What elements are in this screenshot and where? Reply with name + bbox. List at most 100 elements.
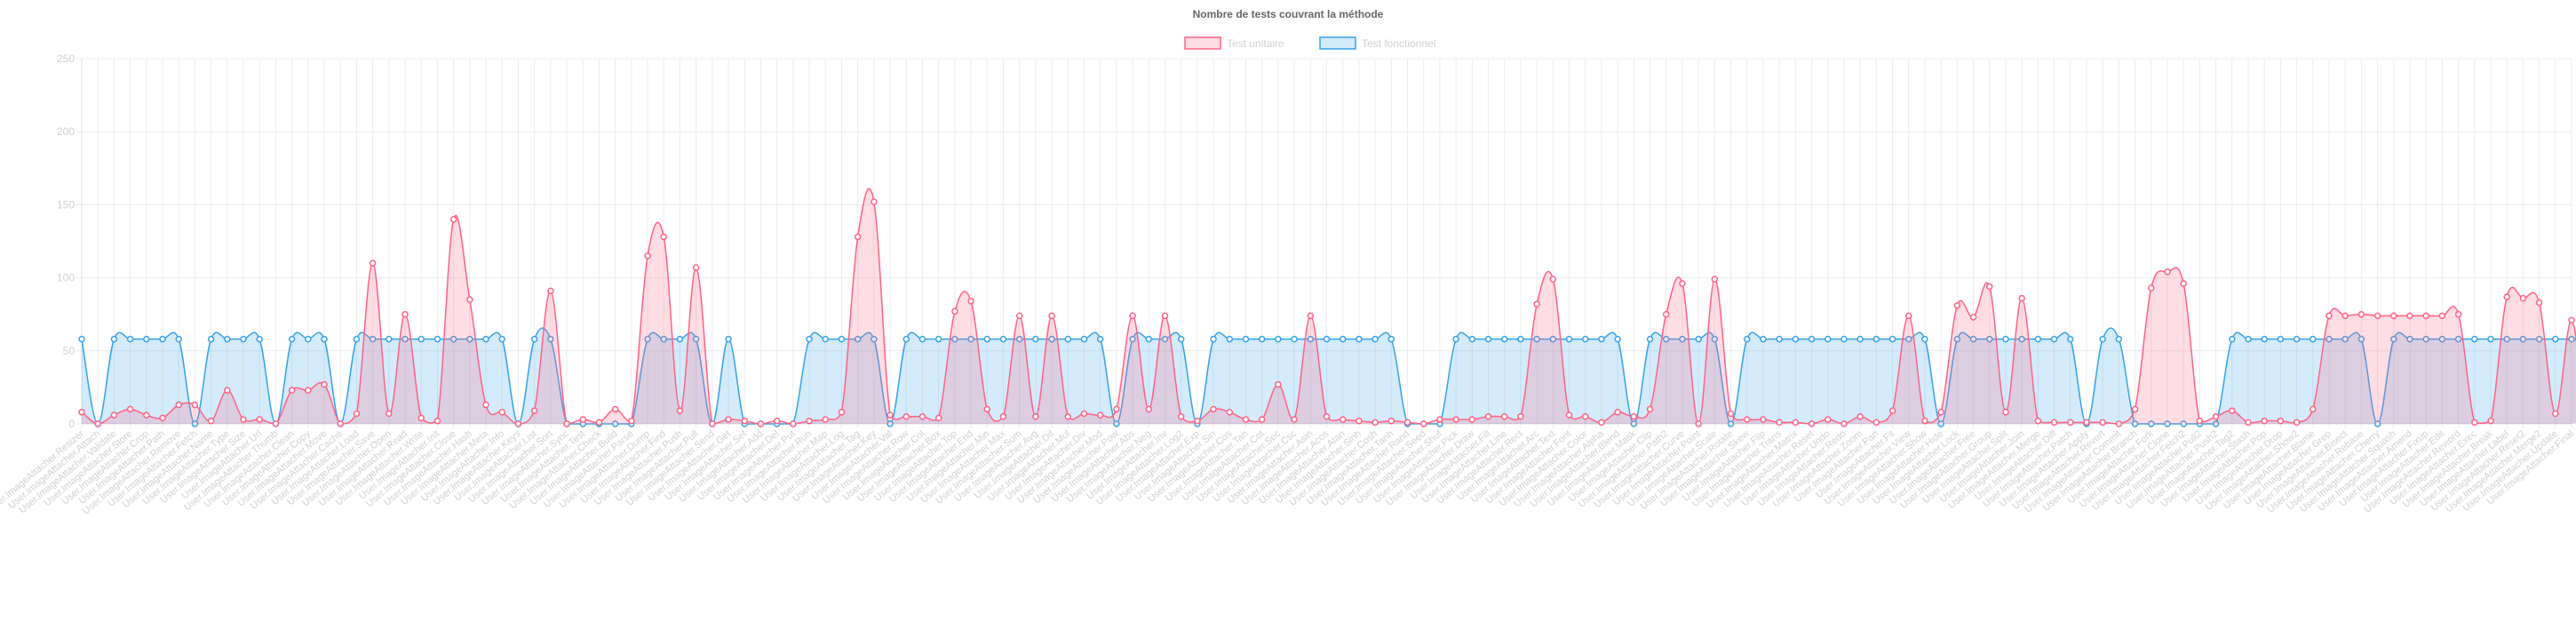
- data-point-unit[interactable]: [2310, 405, 2317, 413]
- data-point-unit[interactable]: [1096, 411, 1104, 419]
- data-point-functional[interactable]: [676, 335, 684, 343]
- data-point-functional[interactable]: [1275, 335, 1282, 343]
- data-point-unit[interactable]: [224, 387, 231, 394]
- data-point-unit[interactable]: [1727, 410, 1735, 418]
- data-point-unit[interactable]: [1760, 416, 1767, 423]
- data-point-unit[interactable]: [1129, 312, 1136, 320]
- data-point-functional[interactable]: [2245, 335, 2252, 343]
- data-point-unit[interactable]: [321, 380, 328, 388]
- data-point-functional[interactable]: [1581, 335, 1589, 343]
- data-point-unit[interactable]: [2131, 405, 2139, 413]
- data-point-functional[interactable]: [934, 335, 942, 343]
- data-point-unit[interactable]: [918, 413, 926, 420]
- data-point-unit[interactable]: [1565, 411, 1573, 419]
- data-point-functional[interactable]: [224, 335, 231, 343]
- data-point-unit[interactable]: [417, 414, 425, 422]
- data-point-functional[interactable]: [2050, 335, 2058, 343]
- data-point-functional[interactable]: [530, 335, 538, 343]
- data-point-unit[interactable]: [191, 401, 199, 409]
- data-point-functional[interactable]: [1064, 335, 1072, 343]
- data-point-unit[interactable]: [983, 405, 991, 413]
- data-point-functional[interactable]: [1323, 335, 1331, 343]
- data-point-unit[interactable]: [1113, 405, 1120, 413]
- data-point-functional[interactable]: [1096, 335, 1104, 343]
- data-point-unit[interactable]: [2454, 310, 2462, 318]
- data-point-functional[interactable]: [1856, 335, 1864, 343]
- data-point-unit[interactable]: [402, 310, 409, 318]
- data-point-functional[interactable]: [2034, 335, 2042, 343]
- data-point-unit[interactable]: [676, 407, 684, 414]
- data-point-functional[interactable]: [240, 335, 247, 343]
- data-point-unit[interactable]: [1662, 310, 1670, 318]
- data-point-unit[interactable]: [2277, 417, 2285, 425]
- data-point-functional[interactable]: [1339, 335, 1347, 343]
- data-point-unit[interactable]: [1581, 413, 1589, 420]
- data-point-unit[interactable]: [1872, 419, 1880, 427]
- data-point-unit[interactable]: [2099, 419, 2106, 427]
- data-point-unit[interactable]: [288, 387, 296, 394]
- data-point-unit[interactable]: [1242, 416, 1250, 423]
- data-point-unit[interactable]: [240, 416, 247, 423]
- data-point-functional[interactable]: [2067, 335, 2074, 343]
- data-point-functional[interactable]: [321, 335, 328, 343]
- data-point-functional[interactable]: [1468, 335, 1476, 343]
- data-point-functional[interactable]: [175, 335, 182, 343]
- data-point-unit[interactable]: [2229, 407, 2236, 414]
- data-point-unit[interactable]: [2148, 284, 2155, 291]
- data-point-functional[interactable]: [1888, 335, 1896, 343]
- data-point-functional[interactable]: [482, 335, 489, 343]
- data-point-unit[interactable]: [741, 417, 749, 425]
- data-point-unit[interactable]: [871, 198, 878, 205]
- data-point-unit[interactable]: [773, 417, 781, 425]
- data-point-functional[interactable]: [822, 335, 830, 343]
- data-point-functional[interactable]: [725, 335, 732, 343]
- data-point-unit[interactable]: [2438, 312, 2446, 320]
- data-point-functional[interactable]: [78, 335, 85, 343]
- data-point-functional[interactable]: [1614, 335, 1621, 343]
- data-point-unit[interactable]: [2067, 419, 2074, 427]
- data-point-unit[interactable]: [1339, 416, 1347, 423]
- data-point-unit[interactable]: [660, 233, 667, 241]
- data-point-functional[interactable]: [386, 335, 393, 343]
- data-point-unit[interactable]: [1291, 416, 1298, 423]
- data-point-functional[interactable]: [1646, 335, 1654, 343]
- data-point-unit[interactable]: [1614, 409, 1621, 416]
- data-point-unit[interactable]: [175, 401, 182, 409]
- data-point-unit[interactable]: [2050, 419, 2058, 427]
- data-point-functional[interactable]: [1242, 335, 1250, 343]
- data-point-unit[interactable]: [2245, 419, 2252, 427]
- data-point-unit[interactable]: [1888, 407, 1896, 414]
- data-point-unit[interactable]: [1387, 417, 1395, 425]
- data-point-unit[interactable]: [1032, 413, 1039, 420]
- data-point-unit[interactable]: [1226, 409, 1234, 416]
- data-point-functional[interactable]: [433, 335, 441, 343]
- data-point-functional[interactable]: [2293, 335, 2301, 343]
- data-point-functional[interactable]: [256, 335, 263, 343]
- data-point-unit[interactable]: [530, 407, 538, 414]
- data-point-unit[interactable]: [1517, 413, 1524, 420]
- data-point-unit[interactable]: [1064, 413, 1072, 420]
- data-point-functional[interactable]: [1921, 335, 1928, 343]
- data-point-functional[interactable]: [1210, 335, 1217, 343]
- data-point-unit[interactable]: [2406, 312, 2413, 320]
- data-point-unit[interactable]: [1436, 416, 1443, 423]
- data-point-unit[interactable]: [1986, 283, 1993, 291]
- data-point-unit[interactable]: [2115, 420, 2123, 427]
- data-point-unit[interactable]: [838, 409, 846, 416]
- data-point-unit[interactable]: [806, 417, 813, 425]
- data-point-unit[interactable]: [1210, 405, 1217, 413]
- data-point-unit[interactable]: [2261, 417, 2268, 425]
- data-point-unit[interactable]: [725, 416, 732, 423]
- data-point-unit[interactable]: [644, 252, 651, 259]
- data-point-unit[interactable]: [579, 416, 586, 423]
- data-point-functional[interactable]: [2261, 335, 2268, 343]
- data-point-functional[interactable]: [1517, 335, 1524, 343]
- data-point-unit[interactable]: [2357, 310, 2365, 318]
- data-point-unit[interactable]: [272, 420, 280, 427]
- data-point-functional[interactable]: [417, 335, 425, 343]
- data-point-functional[interactable]: [1695, 335, 1702, 343]
- data-point-unit[interactable]: [1743, 416, 1751, 423]
- data-point-functional[interactable]: [983, 335, 991, 343]
- data-point-functional[interactable]: [1598, 335, 1605, 343]
- data-point-unit[interactable]: [1452, 416, 1459, 423]
